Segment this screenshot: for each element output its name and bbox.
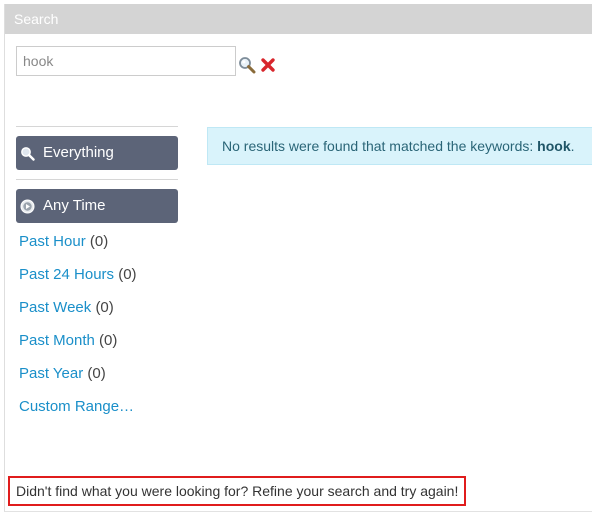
search-panel: Search Everything Any Time — [4, 4, 592, 512]
time-option-count: (0) — [95, 299, 114, 316]
no-results-message: No results were found that matched the k… — [222, 138, 534, 154]
divider — [16, 179, 178, 180]
time-option-count: (0) — [89, 233, 109, 250]
divider — [16, 126, 178, 127]
time-option-past-24-hours: Past 24 Hours (0) — [19, 266, 137, 299]
alert-period: . — [570, 138, 575, 154]
time-option-link[interactable]: Past Week — [19, 299, 91, 316]
time-option-link[interactable]: Past 24 Hours — [19, 266, 114, 283]
filter-any-time-label: Any Time — [43, 197, 106, 214]
time-option-count: (0) — [99, 332, 118, 349]
panel-title: Search — [5, 4, 592, 34]
time-option-past-hour: Past Hour (0) — [19, 233, 137, 266]
time-option-link[interactable]: Past Year — [19, 365, 83, 382]
time-option-past-month: Past Month (0) — [19, 332, 137, 365]
search-keyword: hook — [537, 138, 571, 154]
search-input[interactable] — [16, 46, 236, 76]
refine-search-note: Didn't find what you were looking for? R… — [8, 476, 467, 506]
time-option-custom-range: Custom Range… — [19, 398, 137, 431]
filter-any-time-button[interactable]: Any Time — [16, 189, 178, 223]
magnifier-icon — [239, 57, 256, 74]
time-option-count: (0) — [118, 266, 137, 283]
red-x-icon — [261, 58, 275, 72]
time-option-count: (0) — [87, 365, 106, 382]
time-option-link[interactable]: Custom Range… — [19, 398, 134, 415]
search-button[interactable] — [238, 56, 256, 74]
magnifier-icon — [21, 147, 35, 161]
no-results-alert: No results were found that matched the k… — [207, 127, 592, 165]
time-option-past-year: Past Year (0) — [19, 365, 137, 398]
time-option-link[interactable]: Past Month — [19, 332, 95, 349]
filter-everything-label: Everything — [43, 144, 114, 161]
time-option-link[interactable]: Past Hour — [19, 233, 86, 250]
clock-icon — [20, 199, 35, 214]
filter-everything-button[interactable]: Everything — [16, 136, 178, 170]
clear-search-button[interactable] — [260, 57, 276, 73]
time-option-past-week: Past Week (0) — [19, 299, 137, 332]
time-filter-list: Past Hour (0) Past 24 Hours (0) Past Wee… — [19, 233, 137, 431]
